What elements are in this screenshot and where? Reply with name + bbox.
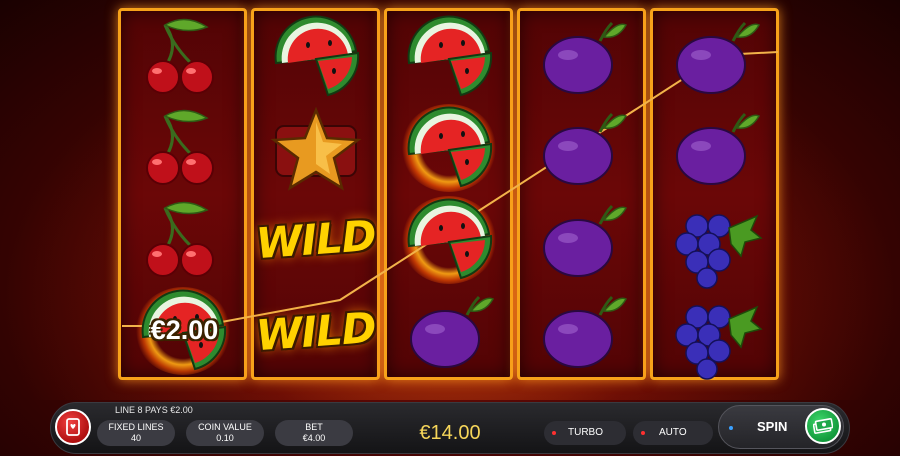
cards-icon <box>66 418 80 436</box>
reel-cell <box>532 198 632 282</box>
menu-button[interactable] <box>55 409 91 445</box>
spin-label: SPIN <box>757 419 788 434</box>
watermelon-icon <box>407 106 492 188</box>
plum-icon <box>675 112 760 186</box>
grapes-icon <box>674 214 762 289</box>
fixed-lines-value: 40 <box>130 433 141 443</box>
reel-3 <box>384 8 513 380</box>
cherry-icon <box>145 200 214 278</box>
grapes-icon <box>674 305 762 380</box>
reel-cell: WILD <box>254 289 377 373</box>
watermelon-icon <box>407 15 492 96</box>
watermelon-icon <box>274 15 359 96</box>
reel-cell <box>399 195 499 284</box>
reel-cell <box>665 106 765 190</box>
cash-button[interactable] <box>805 408 841 444</box>
reel-cell: WILD <box>254 198 377 282</box>
plum-icon <box>542 204 627 278</box>
bet-selector[interactable]: BET €4.00 <box>275 420 353 446</box>
fixed-lines-label: FIXED LINES <box>108 422 164 432</box>
reel-5 <box>650 8 779 380</box>
plum-icon <box>542 21 627 95</box>
reel-cell <box>399 104 499 193</box>
reel-cell <box>532 15 632 99</box>
auto-label: AUTO <box>659 427 687 438</box>
reel-4 <box>517 8 646 380</box>
turbo-indicator-icon <box>552 431 556 435</box>
reel-cell <box>399 289 499 373</box>
spin-indicator-icon <box>729 426 733 430</box>
fixed-lines-display: FIXED LINES 40 <box>97 420 175 446</box>
reel-cell <box>532 289 632 373</box>
turbo-toggle[interactable]: TURBO <box>544 421 626 445</box>
reel-cell <box>665 198 765 289</box>
reel-1: €2.00 <box>118 8 247 380</box>
line-pays-message: LINE 8 PAYS €2.00 <box>115 405 193 415</box>
wild-symbol: WILD <box>254 302 377 360</box>
reel-cell <box>399 15 499 99</box>
watermelon-icon <box>407 198 492 279</box>
reel-2: WILD WILD <box>251 8 380 380</box>
plum-icon <box>675 21 760 95</box>
cherry-icon <box>145 17 214 95</box>
reel-cell <box>133 15 233 99</box>
cherry-icon <box>145 109 214 186</box>
reel-cell <box>133 198 233 282</box>
plum-icon <box>542 112 627 186</box>
bet-value: €4.00 <box>302 433 326 443</box>
plum-icon <box>409 295 494 369</box>
reel-grid: €2.00 WILD WILD <box>118 8 782 380</box>
bet-label: BET <box>305 422 323 432</box>
reel-cell <box>665 15 765 99</box>
coin-value-selector[interactable]: COIN VALUE 0.10 <box>186 420 264 446</box>
wild-symbol: WILD <box>254 211 377 269</box>
reel-cell <box>665 289 765 380</box>
reel-cell <box>532 106 632 190</box>
win-amount-label: €2.00 <box>150 315 219 346</box>
reel-cell <box>133 106 233 190</box>
coin-value-label: COIN VALUE <box>198 422 252 432</box>
auto-indicator-icon <box>641 431 645 435</box>
plum-icon <box>542 295 627 369</box>
star-icon <box>272 109 359 190</box>
coin-value-value: 0.10 <box>216 433 234 443</box>
reel-cell <box>266 15 366 99</box>
auto-toggle[interactable]: AUTO <box>633 421 713 445</box>
cash-icon <box>813 418 833 434</box>
balance-display: €14.00 <box>419 422 481 444</box>
reel-cell: €2.00 <box>133 287 233 376</box>
reel-cell <box>266 106 366 190</box>
turbo-label: TURBO <box>568 427 603 438</box>
